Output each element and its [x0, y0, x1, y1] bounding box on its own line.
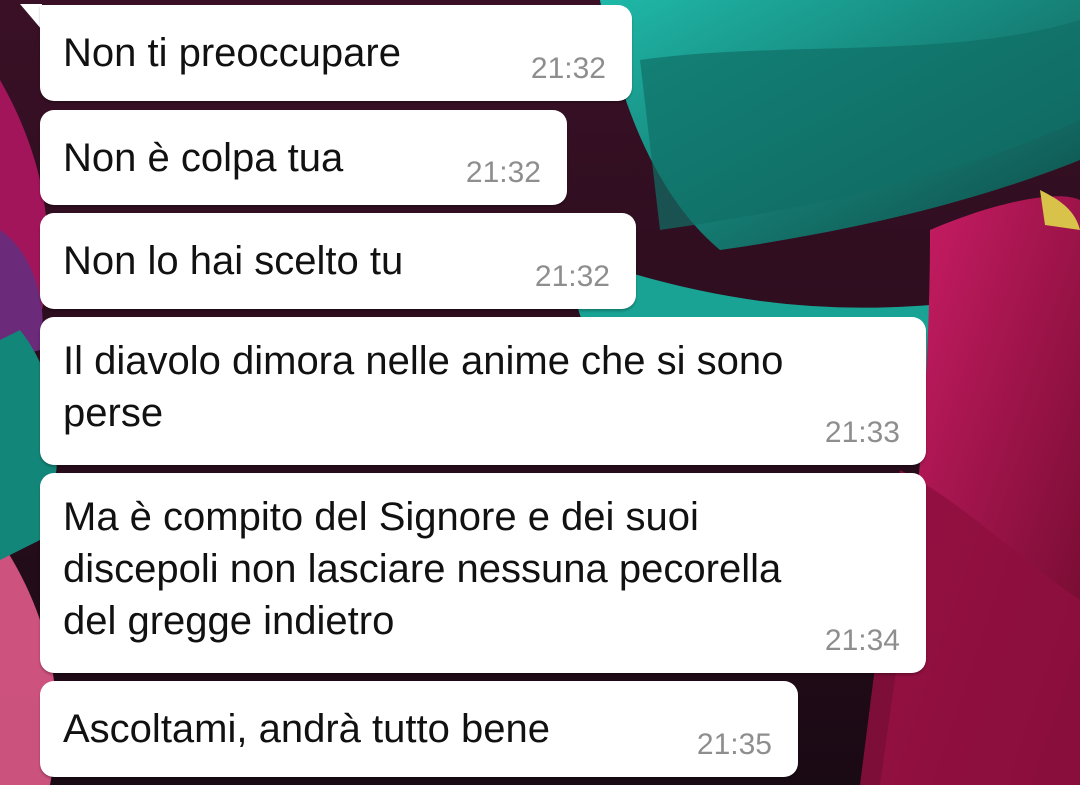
message-bubble[interactable]: Non lo hai scelto tu 21:32: [40, 213, 636, 309]
message-text: Ma è compito del Signore e dei suoi disc…: [63, 495, 782, 643]
message-timestamp: 21:34: [824, 624, 900, 657]
message-text: Ascoltami, andrà tutto bene: [63, 707, 550, 751]
message-timestamp: 21:35: [696, 728, 772, 761]
message-timestamp: 21:33: [824, 416, 900, 449]
message-timestamp: 21:32: [534, 260, 610, 293]
message-timestamp: 21:32: [530, 52, 606, 85]
message-bubble[interactable]: Ascoltami, andrà tutto bene 21:35: [40, 681, 798, 777]
message-list[interactable]: Non ti preoccupare 21:32 Non è colpa tua…: [0, 0, 1080, 785]
message-timestamp: 21:32: [465, 156, 541, 189]
message-bubble[interactable]: Ma è compito del Signore e dei suoi disc…: [40, 473, 926, 673]
message-text: Il diavolo dimora nelle anime che si son…: [63, 339, 784, 435]
message-text: Non lo hai scelto tu: [63, 239, 404, 283]
message-text: Non è colpa tua: [63, 136, 344, 180]
bubble-tail: [20, 4, 42, 30]
message-bubble[interactable]: Non ti preoccupare 21:32: [40, 5, 632, 101]
message-text: Non ti preoccupare: [63, 31, 401, 75]
message-bubble[interactable]: Il diavolo dimora nelle anime che si son…: [40, 317, 926, 465]
message-bubble[interactable]: Non è colpa tua 21:32: [40, 110, 567, 205]
